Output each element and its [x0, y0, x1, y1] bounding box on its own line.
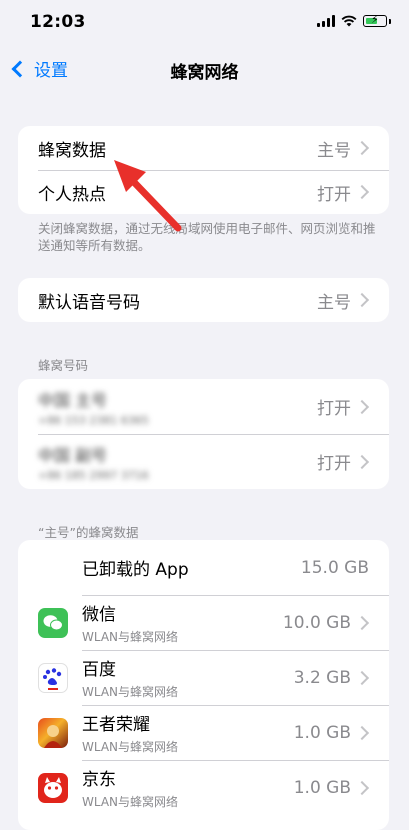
- row-value: 打开: [317, 184, 351, 205]
- chevron-right-icon: [354, 725, 370, 740]
- personal-hotspot-row[interactable]: 个人热点 打开: [18, 170, 389, 214]
- status-icons: ⚡: [317, 14, 391, 27]
- row-value: 打开: [317, 454, 351, 474]
- app-usage: 1.0 GB: [293, 722, 351, 743]
- cellular-settings-group: 蜂窝数据 主号 个人热点 打开: [18, 126, 389, 214]
- app-name: 京东: [82, 770, 116, 790]
- jd-icon: [38, 772, 68, 803]
- cellular-signal-icon: [317, 15, 335, 27]
- cellular-data-row[interactable]: 蜂窝数据 主号: [18, 126, 389, 170]
- app-name: 微信: [82, 605, 116, 625]
- app-name: 百度: [82, 660, 116, 680]
- sim-line-row[interactable]: 中国 主号 +86 153 2381 6365 打开: [18, 379, 389, 434]
- status-time: 12:03: [30, 12, 86, 32]
- app-subtitle: WLAN与蜂窝网络: [82, 740, 179, 754]
- sim-line-title: 中国 副号: [38, 445, 108, 465]
- row-value: 主号: [317, 140, 351, 161]
- row-value: 主号: [317, 292, 351, 313]
- sim-section-header: 蜂窝号码: [38, 358, 89, 373]
- chevron-right-icon: [354, 184, 370, 200]
- chevron-right-icon: [354, 670, 370, 685]
- sim-line-number: +86 153 2381 6365: [38, 413, 149, 427]
- chevron-right-icon: [354, 399, 370, 414]
- default-voice-line-row[interactable]: 默认语音号码 主号: [18, 278, 389, 322]
- navigation-bar: 设置 蜂窝网络: [0, 46, 409, 92]
- status-bar: 12:03 ⚡: [0, 0, 409, 46]
- app-row-honor-of-kings[interactable]: 王者荣耀 WLAN与蜂窝网络 1.0 GB: [18, 705, 389, 760]
- wifi-icon: [341, 15, 357, 27]
- chevron-right-icon: [354, 140, 370, 156]
- voice-settings-group: 默认语音号码 主号: [18, 278, 389, 322]
- app-subtitle: WLAN与蜂窝网络: [82, 630, 179, 644]
- row-label: 个人热点: [38, 184, 106, 205]
- app-usage: 3.2 GB: [293, 667, 351, 688]
- app-row-baidu[interactable]: 百度 WLAN与蜂窝网络 3.2 GB: [18, 650, 389, 705]
- sim-line-title: 中国 主号: [38, 390, 108, 410]
- uninstalled-apps-row: 已卸载的 App 15.0 GB: [18, 540, 389, 595]
- wechat-icon: [38, 607, 68, 638]
- baidu-icon: [38, 662, 68, 693]
- app-row-wechat[interactable]: 微信 WLAN与蜂窝网络 10.0 GB: [18, 595, 389, 650]
- app-usage: 15.0 GB: [300, 557, 369, 578]
- sim-line-number: +86 185 2997 3716: [38, 468, 149, 482]
- row-label: 蜂窝数据: [38, 140, 106, 161]
- honor-of-kings-icon: [38, 717, 68, 748]
- app-usage: 1.0 GB: [293, 777, 351, 798]
- app-usage: 10.0 GB: [282, 612, 351, 633]
- usage-section-header: “主号”的蜂窝数据: [38, 525, 139, 540]
- chevron-right-icon: [354, 292, 370, 308]
- sim-numbers-group: 中国 主号 +86 153 2381 6365 打开 中国 副号 +86 185…: [18, 379, 389, 489]
- app-subtitle: WLAN与蜂窝网络: [82, 685, 179, 699]
- chevron-right-icon: [354, 454, 370, 469]
- row-label: 默认语音号码: [38, 292, 140, 313]
- sim-line-row[interactable]: 中国 副号 +86 185 2997 3716 打开: [18, 434, 389, 489]
- page-title: 蜂窝网络: [170, 63, 239, 83]
- cellular-data-footer: 关闭蜂窝数据，通过无线局域网使用电子邮件、网页浏览和推送通知等所有数据。: [38, 221, 376, 253]
- chevron-right-icon: [354, 615, 370, 630]
- chevron-right-icon: [354, 780, 370, 795]
- app-name: 王者荣耀: [82, 715, 150, 735]
- app-name: 已卸载的 App: [82, 560, 189, 580]
- row-value: 打开: [317, 399, 351, 419]
- app-subtitle: WLAN与蜂窝网络: [82, 795, 179, 809]
- app-usage-group: 已卸载的 App 15.0 GB 微信 WLAN与蜂窝网络 10.0 GB 百度…: [18, 540, 389, 830]
- app-row-jd[interactable]: 京东 WLAN与蜂窝网络 1.0 GB: [18, 760, 389, 815]
- battery-icon: ⚡: [363, 14, 387, 27]
